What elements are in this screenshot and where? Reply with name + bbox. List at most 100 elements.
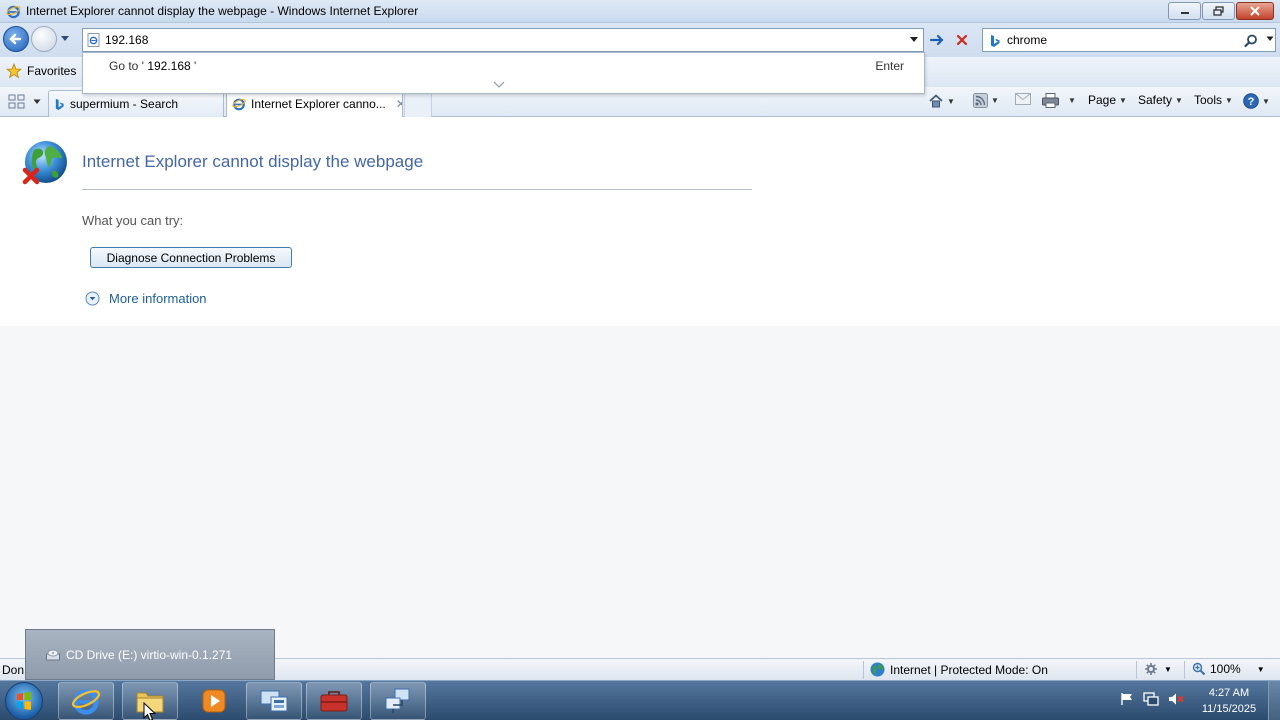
diagnose-connection-button[interactable]: Diagnose Connection Problems <box>90 247 292 268</box>
window-title: Internet Explorer cannot display the web… <box>26 4 419 18</box>
protected-mode-button[interactable]: ▼ <box>1144 662 1172 676</box>
tab-label: supermium - Search <box>70 97 179 111</box>
page-menu[interactable]: Page ▼ <box>1088 93 1127 107</box>
more-information-link[interactable]: More information <box>85 291 207 306</box>
chevron-down-icon: ▼ <box>1175 95 1183 105</box>
chevron-down-icon: ▼ <box>1119 95 1127 105</box>
action-center-flag-icon[interactable] <box>1120 692 1134 706</box>
expand-chevron-icon[interactable] <box>493 81 505 89</box>
zoom-icon <box>1192 662 1206 676</box>
show-desktop-button[interactable] <box>1268 681 1280 720</box>
home-button[interactable]: ▼ <box>928 93 955 109</box>
feeds-button[interactable]: ▼ <box>973 93 999 108</box>
chevron-down-icon: ▼ <box>1068 96 1076 105</box>
print-button[interactable]: ▼ <box>1042 93 1076 108</box>
bing-logo-icon <box>55 98 64 110</box>
safety-menu[interactable]: Safety ▼ <box>1138 93 1183 107</box>
taskbar-media-player-button[interactable] <box>186 682 242 720</box>
expand-circle-icon <box>85 291 100 306</box>
minimize-button[interactable] <box>1168 2 1201 20</box>
tab-list-dropdown-icon[interactable] <box>33 99 41 105</box>
system-tray <box>1120 692 1184 706</box>
mail-icon <box>1015 93 1031 105</box>
favorites-star-icon <box>6 63 22 79</box>
internet-globe-icon <box>870 662 885 677</box>
back-arrow-icon <box>9 33 22 45</box>
go-arrow-icon <box>929 34 944 46</box>
server-manager-icon <box>260 690 288 712</box>
drive-notification[interactable]: CD Drive (E:) virtio-win-0.1.271 <box>25 629 275 680</box>
close-button[interactable] <box>1236 2 1274 20</box>
search-box[interactable] <box>982 28 1276 52</box>
autocomplete-enter-hint: Enter <box>875 59 904 73</box>
bing-logo-icon <box>991 35 1000 47</box>
tab-ie-error[interactable]: Internet Explorer canno... ✕ <box>226 90 403 117</box>
search-input[interactable] <box>1007 32 1237 48</box>
security-zone-label: Internet | Protected Mode: On <box>890 662 1048 677</box>
search-dropdown-icon[interactable] <box>1266 36 1274 42</box>
taskbar-network-button[interactable] <box>370 682 426 720</box>
autocomplete-goto-item[interactable]: Go to ' 192.168 ' <box>109 59 196 73</box>
go-button[interactable] <box>926 29 948 51</box>
address-autocomplete: Go to ' 192.168 ' Enter <box>82 52 925 94</box>
stop-button[interactable] <box>951 29 973 51</box>
media-player-icon <box>202 689 226 713</box>
taskbar-clock[interactable]: 4:27 AM 11/15/2025 <box>1196 685 1262 717</box>
status-divider <box>1184 661 1185 679</box>
minimize-icon <box>1180 12 1189 14</box>
clock-date: 11/15/2025 <box>1201 703 1257 715</box>
zoom-control[interactable]: 100% ▼ <box>1192 662 1265 676</box>
toolbox-icon <box>320 691 348 712</box>
gear-icon <box>1145 663 1157 675</box>
rss-feed-icon <box>973 93 988 108</box>
restore-button[interactable] <box>1202 2 1235 20</box>
home-icon <box>929 94 943 108</box>
ie-logo-icon <box>71 689 101 715</box>
status-divider <box>1136 661 1137 679</box>
ie-logo-icon <box>6 5 21 19</box>
forward-button[interactable] <box>31 26 57 52</box>
tab-supermium-search[interactable]: supermium - Search <box>48 90 224 117</box>
chevron-down-icon: ▼ <box>991 96 999 105</box>
security-zone[interactable]: Internet | Protected Mode: On <box>870 662 1048 677</box>
tab-label: Internet Explorer canno... <box>251 97 386 111</box>
start-button[interactable] <box>5 682 43 720</box>
search-icon[interactable] <box>1244 34 1258 48</box>
windows-logo-icon <box>17 692 31 710</box>
svg-text:?: ? <box>1248 96 1255 108</box>
chevron-down-icon: ▼ <box>1262 96 1270 106</box>
safety-menu-label: Safety <box>1138 93 1173 107</box>
stop-x-icon <box>956 34 968 46</box>
back-button[interactable] <box>3 26 29 52</box>
more-information-label: More information <box>109 291 207 306</box>
taskbar-server-manager-button[interactable] <box>246 682 302 720</box>
read-mail-button[interactable] <box>1015 93 1031 105</box>
address-input[interactable] <box>105 32 885 48</box>
address-bar[interactable] <box>82 28 924 52</box>
help-icon: ? <box>1243 93 1259 109</box>
ie-logo-icon <box>232 98 246 111</box>
favorites-button[interactable]: Favorites <box>6 63 76 79</box>
try-label: What you can try: <box>82 213 184 228</box>
title-bar[interactable]: Internet Explorer cannot display the web… <box>0 0 1280 23</box>
status-text: Don <box>2 663 25 677</box>
taskbar-ie-button[interactable] <box>58 682 114 720</box>
tools-menu-label: Tools <box>1194 93 1223 107</box>
network-computer-icon <box>385 688 410 713</box>
quick-tabs-icon[interactable] <box>8 94 26 110</box>
recent-pages-dropdown-icon[interactable] <box>60 35 70 42</box>
tools-menu[interactable]: Tools ▼ <box>1194 93 1233 107</box>
title-divider <box>82 189 752 190</box>
new-tab-button[interactable] <box>404 92 432 117</box>
goto-prefix: Go to ' <box>109 59 144 73</box>
help-button[interactable]: ? ▼ <box>1243 93 1270 109</box>
page-content: Internet Explorer cannot display the web… <box>0 118 1280 658</box>
taskbar-toolbox-button[interactable] <box>306 682 362 720</box>
address-dropdown-icon[interactable] <box>909 36 919 43</box>
network-tray-icon[interactable] <box>1143 692 1159 706</box>
notification-text: CD Drive (E:) virtio-win-0.1.271 <box>66 648 233 662</box>
mouse-cursor-icon <box>143 702 157 720</box>
tab-close-icon[interactable]: ✕ <box>396 97 402 111</box>
chevron-down-icon: ▼ <box>1164 664 1172 674</box>
volume-muted-icon[interactable] <box>1168 692 1184 706</box>
